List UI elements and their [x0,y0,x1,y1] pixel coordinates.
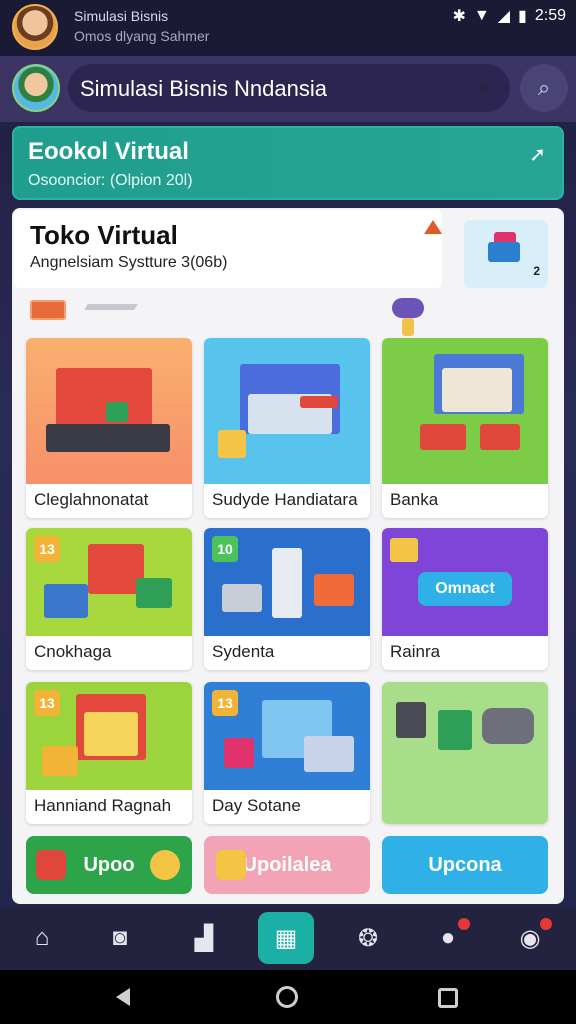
banner-subtitle: Osooncior: (Olpion 20l) [28,172,193,189]
button-label: Upcona [428,854,502,876]
banner-title: Eookol Virtual [28,138,189,165]
button-label: Upoilalea [242,854,332,876]
card-art [382,682,548,824]
status-line1: Simulasi Bisnis [74,8,169,24]
divider [84,304,138,310]
toko-card[interactable]: Toko Virtual Angnelsiam Systture 3(06b) [14,210,442,288]
card-number-badge: 13 [34,690,60,716]
home-button-icon[interactable] [276,986,298,1008]
update-button-3[interactable]: Upcona [382,836,548,894]
alert-icon [424,220,442,234]
book-icon [36,850,66,880]
search-icon[interactable]: ⌕ [520,64,568,112]
update-button-2[interactable]: Upoilalea [204,836,370,894]
card-art: 13 [26,682,192,790]
expand-icon[interactable]: ➚ [529,142,546,167]
cart-badge: 2 [533,264,540,278]
card-art: 13 [26,528,192,636]
business-card-6[interactable]: Omnact Rainra [382,528,548,670]
home-icon[interactable]: ⌂ [14,912,70,964]
card-art: 10 [204,528,370,636]
status-time: 2:59 [534,7,566,24]
mini-icons [26,296,146,326]
card-art: Omnact [382,528,548,636]
card-art [26,338,192,484]
card-label: Sydenta [212,642,275,661]
card-art [382,338,548,484]
card-label: Banka [390,490,439,509]
contact-button[interactable]: Omnact [418,572,512,606]
signal-icon: ◢ [497,8,511,25]
flag-icon [30,300,66,320]
edit-icon[interactable]: ✕ [472,76,496,100]
virtual-banner[interactable]: Eookol Virtual Osooncior: (Olpion 20l) ➚ [12,126,564,200]
notification-icon[interactable]: ◉ [502,912,558,964]
business-card-2[interactable]: Sudyde Handiatara [204,338,370,518]
store-sign-icon [388,294,432,338]
coin-icon [150,850,180,880]
card-label: Cnokhaga [34,642,112,661]
wifi-icon: ▼ [473,7,490,24]
recent-apps-icon[interactable] [438,988,458,1008]
toko-title: Toko Virtual [30,220,178,250]
card-art: 13 [204,682,370,790]
update-button-1[interactable]: Upoo [26,836,192,894]
battery-icon: ▮ [518,8,527,25]
back-icon[interactable] [116,988,130,1006]
bluetooth-icon: ✱ [452,8,466,25]
profile-icon[interactable]: ● [420,912,476,964]
card-label: Cleglahnonatat [34,490,149,509]
status-icons: ✱ ▼ ◢ ▮ 2:59 [452,6,566,26]
business-card-7[interactable]: 13 Hanniand Ragnah [26,682,192,824]
cart-body [488,242,520,262]
main-panel: Toko Virtual Angnelsiam Systture 3(06b) … [12,208,564,904]
card-label: Rainra [390,642,441,661]
business-card-9[interactable] [382,682,548,824]
status-bar: Simulasi Bisnis Omos dlyang Sahmer ✱ ▼ ◢… [0,0,576,56]
business-card-5[interactable]: 10 Sydenta [204,528,370,670]
notification-dot [540,918,552,930]
toko-subtitle: Angnelsiam Systture 3(06b) [30,254,228,271]
chat-icon[interactable]: ▟ [176,912,232,964]
title-field[interactable]: Simulasi Bisnis Nndansia ✕ [68,64,510,112]
gift-icon [216,850,246,880]
app-header: Simulasi Bisnis Nndansia ✕ ⌕ [0,56,576,122]
camera-icon[interactable]: ◙ [92,912,148,964]
business-card-1[interactable]: Cleglahnonatat [26,338,192,518]
card-art [204,338,370,484]
cart-thumbnail[interactable]: 2 [464,220,548,288]
card-number-badge: 13 [212,690,238,716]
card-label: Sudyde Handiatara [212,490,358,509]
store-icon[interactable]: ▦ [258,912,314,964]
card-label: Day Sotane [212,796,301,815]
bottom-nav: ⌂ ◙ ▟ ▦ ❂ ● ◉ [0,906,576,970]
business-card-4[interactable]: 13 Cnokhaga [26,528,192,670]
reel-icon[interactable]: ❂ [340,912,396,964]
button-label: Upoo [83,854,135,876]
business-card-8[interactable]: 13 Day Sotane [204,682,370,824]
card-number-badge: 10 [212,536,238,562]
profile-avatar[interactable] [12,64,60,112]
business-card-3[interactable]: Banka [382,338,548,518]
card-number-badge: 13 [34,536,60,562]
notification-dot [458,918,470,930]
user-avatar[interactable] [12,4,58,50]
system-nav [0,970,576,1024]
app-title: Simulasi Bisnis Nndansia [80,76,327,101]
card-label: Hanniand Ragnah [34,796,172,815]
status-line2: Omos dlyang Sahmer [74,28,210,44]
